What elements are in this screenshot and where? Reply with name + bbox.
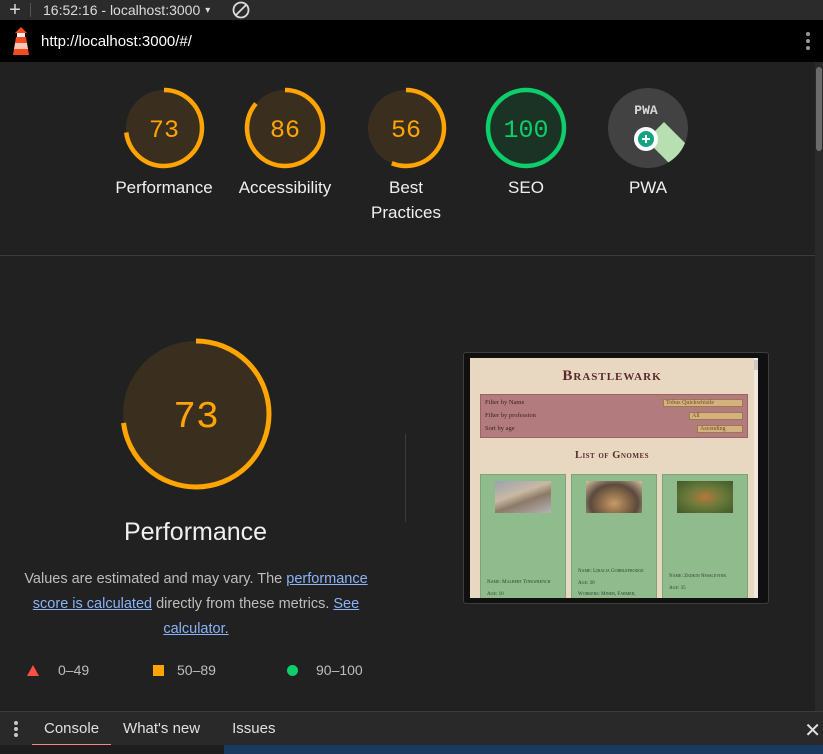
gnome-photo — [495, 481, 551, 513]
gnome-age: Age: 35 — [669, 586, 686, 591]
tab-label: Console — [44, 720, 100, 737]
screenshot-app-title: Brastlewark — [562, 368, 662, 384]
chevron-down-icon[interactable]: ▾ — [205, 5, 210, 16]
gauge-best-practices[interactable]: 56 Best Practices — [356, 86, 456, 225]
score-value: 86 — [270, 116, 300, 145]
score-value: 56 — [391, 116, 421, 145]
devtools-session-bar: + 16:52:16 - localhost:3000 ▾ — [0, 0, 823, 20]
gnome-card: Name: Malbert Tinkwrench Age: 10 — [480, 474, 566, 598]
legend-pass: 90–100 — [287, 662, 363, 678]
legend-fail: 0–49 — [27, 662, 89, 678]
new-session-icon[interactable]: + — [0, 0, 30, 20]
gnome-age: Age: 10 — [487, 592, 504, 597]
gauge-label: Accessibility — [238, 178, 332, 197]
scrollbar-thumb[interactable] — [816, 67, 822, 151]
tab-console[interactable]: Console — [32, 712, 112, 746]
gnome-photo — [677, 481, 733, 513]
status-strip — [224, 745, 823, 754]
lighthouse-report: 73 Performance 86 Accessibility 56 Best … — [0, 62, 815, 711]
score-ring-accessibility: 86 — [244, 87, 326, 169]
gnome-name: Name: Libalia Gobblefrodge — [578, 569, 644, 574]
drawer-menu-icon[interactable] — [0, 712, 32, 746]
filter-profession-select: All — [689, 412, 743, 420]
sort-select: Ascending — [697, 425, 743, 433]
bottom-strip — [0, 745, 823, 754]
gauge-seo[interactable]: 100 SEO — [476, 86, 576, 200]
score-ring-seo: 100 — [485, 87, 567, 169]
final-screenshot[interactable]: Brastlewark Filter by Name Tobus Quickwh… — [463, 352, 769, 604]
more-options-icon[interactable] — [805, 30, 811, 50]
desc-text: Values are estimated and may vary. The — [24, 571, 287, 587]
average-square-icon — [153, 664, 164, 676]
session-selector-label[interactable]: 16:52:16 - localhost:3000 — [43, 2, 200, 18]
screenshot-list-title: List of Gnomes — [574, 450, 650, 461]
score-ring-best-practices: 56 — [365, 87, 447, 169]
tab-label: Issues — [232, 720, 276, 737]
toolbar-divider — [30, 3, 31, 17]
gnome-age: Age: 30 — [578, 581, 595, 586]
report-url: http://localhost:3000/#/ — [41, 32, 192, 50]
gnome-name: Name: Zedkin Nesslevink — [669, 574, 727, 579]
filter-profession-label: Filter by profession — [485, 412, 536, 419]
gnome-photo — [586, 481, 642, 513]
report-scrollbar[interactable] — [815, 62, 823, 711]
gauge-label: Best Practices — [371, 178, 441, 222]
gauge-pwa[interactable]: PWA PWA — [598, 86, 698, 200]
performance-gauge-large: 73 — [118, 336, 274, 492]
gauge-accessibility[interactable]: 86 Accessibility — [225, 86, 345, 200]
pass-circle-icon — [287, 664, 298, 676]
pwa-badge-text: PWA — [634, 103, 658, 118]
screenshot-scrollbar — [754, 358, 758, 598]
console-drawer: Console What's new Issues ✕ — [0, 711, 823, 746]
score-value: 73 — [149, 116, 179, 145]
tab-whats-new[interactable]: What's new — [111, 712, 220, 746]
performance-description: Values are estimated and may vary. The p… — [10, 567, 382, 642]
legend-average: 50–89 — [153, 662, 216, 678]
gnome-name: Name: Malbert Tinkwrench — [487, 580, 551, 585]
score-value: 100 — [503, 116, 548, 145]
lighthouse-logo-icon — [10, 26, 32, 56]
tab-issues[interactable]: Issues — [220, 712, 287, 746]
gauge-label: SEO — [508, 178, 544, 197]
filter-name-label: Filter by Name — [485, 399, 525, 406]
section-divider-vertical — [405, 434, 406, 522]
report-url-bar: http://localhost:3000/#/ — [0, 20, 823, 62]
gauge-label: PWA — [628, 178, 668, 197]
screenshot-page: Brastlewark Filter by Name Tobus Quickwh… — [470, 358, 758, 598]
gauge-performance[interactable]: 73 Performance — [104, 86, 224, 200]
gnome-card: Name: Zedkin Nesslevink Age: 35 — [662, 474, 748, 598]
desc-text: directly from these metrics. — [152, 596, 334, 612]
performance-score-large: 73 — [173, 396, 219, 439]
gnome-card: Name: Libalia Gobblefrodge Age: 30 Worke… — [571, 474, 657, 598]
pwa-badge-icon: PWA — [608, 88, 688, 168]
filter-name-input: Tobus Quickwhistle — [663, 399, 743, 407]
legend-pass-range: 90–100 — [316, 662, 363, 678]
score-ring-performance: 73 — [123, 87, 205, 169]
legend-average-range: 50–89 — [177, 662, 216, 678]
performance-title: Performance — [123, 518, 268, 546]
legend-fail-range: 0–49 — [58, 662, 90, 678]
close-drawer-icon[interactable]: ✕ — [804, 718, 821, 743]
sort-label: Sort by age — [485, 425, 515, 432]
gauge-label: Performance — [115, 178, 213, 197]
gnome-workers: Workers: Miner, Farmer, — [578, 592, 636, 597]
section-divider — [0, 255, 815, 256]
tab-label: What's new — [123, 720, 201, 737]
screenshot-filter-panel: Filter by Name Tobus Quickwhistle Filter… — [480, 394, 748, 438]
clear-block-icon[interactable] — [232, 1, 250, 19]
fail-triangle-icon — [27, 664, 39, 676]
